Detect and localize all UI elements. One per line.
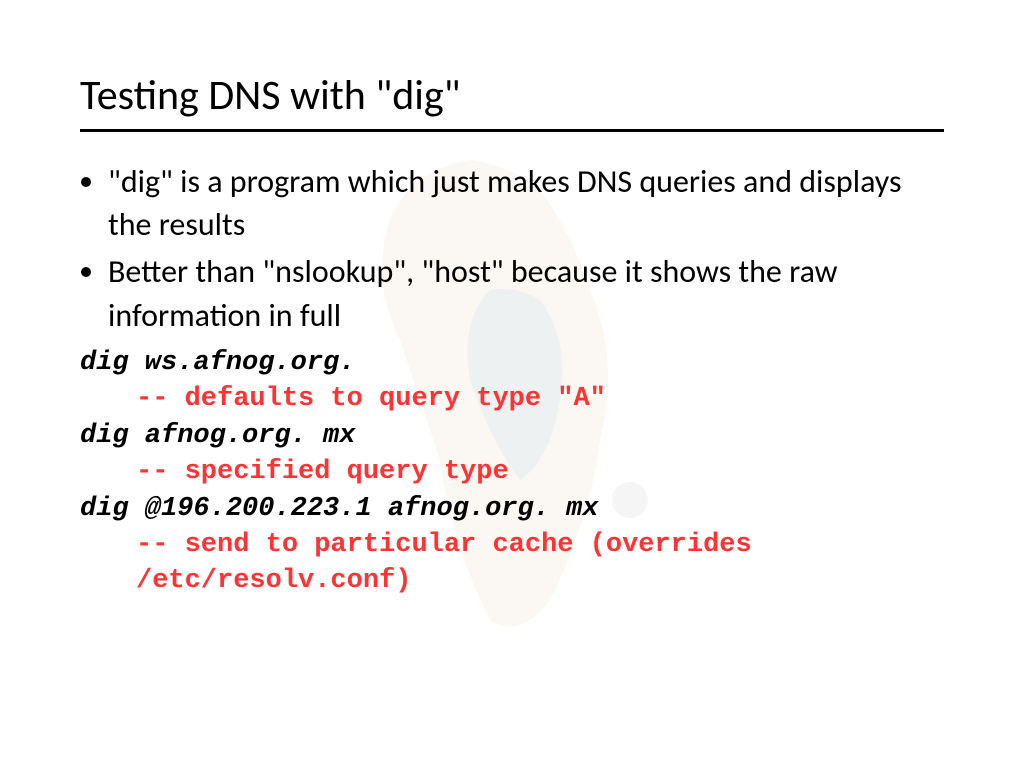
command-comment: -- defaults to query type "A" bbox=[80, 381, 944, 417]
command-line: dig afnog.org. mx bbox=[80, 418, 944, 454]
command-comment: -- send to particular cache (overrides /… bbox=[80, 527, 944, 600]
title-rule bbox=[80, 129, 944, 132]
bullet-item: Better than "nslookup", "host" because i… bbox=[108, 250, 944, 336]
code-examples: dig ws.afnog.org. -- defaults to query t… bbox=[80, 345, 944, 600]
slide-content: Testing DNS with "dig" "dig" is a progra… bbox=[0, 0, 1024, 600]
bullet-list: "dig" is a program which just makes DNS … bbox=[80, 160, 944, 337]
command-comment: -- specified query type bbox=[80, 454, 944, 490]
command-line: dig @196.200.223.1 afnog.org. mx bbox=[80, 491, 944, 527]
slide-title: Testing DNS with "dig" bbox=[80, 70, 944, 121]
bullet-item: "dig" is a program which just makes DNS … bbox=[108, 160, 944, 246]
command-line: dig ws.afnog.org. bbox=[80, 345, 944, 381]
